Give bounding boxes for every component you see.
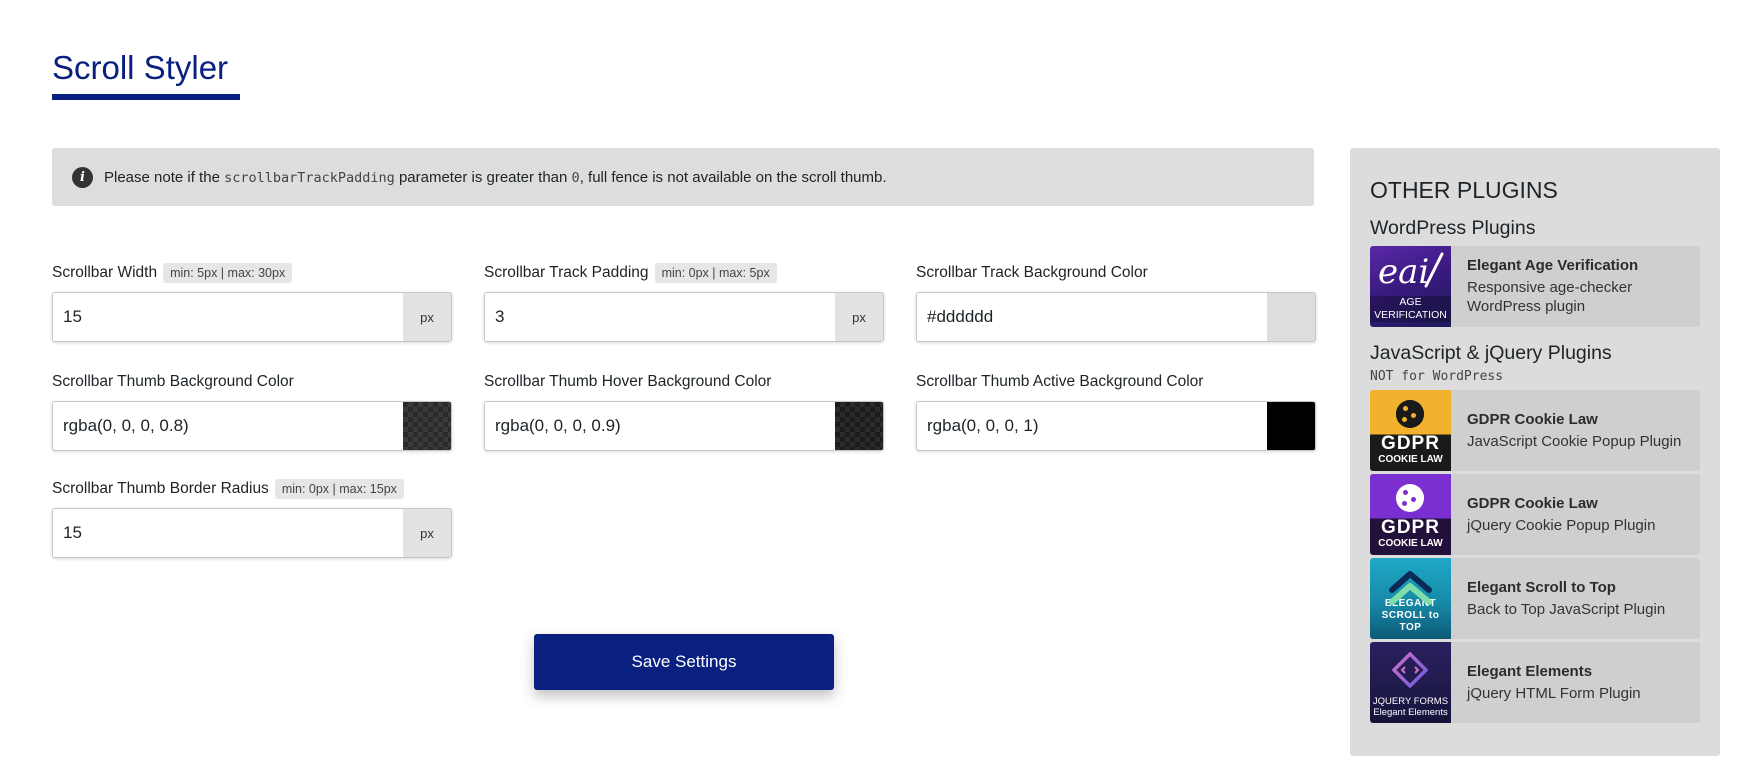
scroll-to-top-logo: ELEGANT SCROLL to TOP — [1370, 558, 1451, 639]
unit-addon: px — [835, 293, 883, 341]
field-label: Scrollbar Thumb Active Background Color — [916, 373, 1204, 390]
plugin-card-elegant-elements[interactable]: JQUERY FORMS Elegant Elements Elegant El… — [1370, 642, 1700, 723]
page-header: Scroll Styler — [52, 48, 240, 100]
field-label: Scrollbar Track Padding — [484, 264, 649, 281]
unit-addon: px — [403, 509, 451, 557]
diamond-code-icon — [1392, 652, 1428, 688]
thumb-bg-input-group — [52, 401, 452, 451]
track-padding-input[interactable] — [485, 293, 835, 341]
plugin-card-gdpr-jquery[interactable]: GDPR COOKIE LAW GDPR Cookie Law jQuery C… — [1370, 474, 1700, 555]
field-thumb-hover-bg: Scrollbar Thumb Hover Background Color — [484, 371, 884, 451]
thumb-hover-bg-input[interactable] — [485, 402, 835, 450]
js-plugins-subtitle: NOT for WordPress — [1370, 369, 1504, 384]
range-badge: min: 5px | max: 30px — [163, 263, 293, 283]
gdpr-cookie-logo: GDPR COOKIE LAW — [1370, 474, 1451, 555]
thumb-hover-bg-input-group — [484, 401, 884, 451]
elegant-elements-logo: JQUERY FORMS Elegant Elements — [1370, 642, 1451, 723]
field-track-bg: Scrollbar Track Background Color — [916, 262, 1316, 342]
plugin-card-age-verification[interactable]: eai AGE VERIFICATION Elegant Age Verific… — [1370, 246, 1700, 327]
save-settings-button[interactable]: Save Settings — [534, 634, 834, 690]
plugin-name: GDPR Cookie Law — [1467, 494, 1598, 512]
plugin-card-scroll-to-top[interactable]: ELEGANT SCROLL to TOP Elegant Scroll to … — [1370, 558, 1700, 639]
track-padding-input-group: px — [484, 292, 884, 342]
track-bg-input[interactable] — [917, 293, 1267, 341]
gdpr-cookie-logo: GDPR COOKIE LAW — [1370, 390, 1451, 471]
unit-addon: px — [403, 293, 451, 341]
plugin-name: GDPR Cookie Law — [1467, 410, 1598, 428]
field-scrollbar-width: Scrollbar Width min: 5px | max: 30px px — [52, 262, 452, 342]
thumb-radius-input-group: px — [52, 508, 452, 558]
chevron-up-icon — [1389, 571, 1432, 605]
thumb-active-bg-color-swatch[interactable] — [1267, 402, 1315, 450]
cookie-icon — [1396, 484, 1424, 512]
thumb-hover-bg-color-swatch[interactable] — [835, 402, 883, 450]
thumb-radius-input[interactable] — [53, 509, 403, 557]
plugin-desc: Back to Top JavaScript Plugin — [1467, 600, 1666, 618]
sidebar-title: OTHER PLUGINS — [1370, 177, 1558, 203]
plugin-desc: jQuery Cookie Popup Plugin — [1467, 516, 1656, 534]
thumb-active-bg-input[interactable] — [917, 402, 1267, 450]
plugin-name: Elegant Elements — [1467, 662, 1593, 680]
notice-text: Please note if the scrollbarTrackPadding… — [104, 168, 887, 186]
cookie-icon — [1396, 400, 1424, 428]
js-plugins-title: JavaScript & jQuery Plugins — [1370, 342, 1612, 364]
range-badge: min: 0px | max: 5px — [654, 263, 777, 283]
age-verification-logo: eai AGE VERIFICATION — [1370, 246, 1451, 327]
plugin-desc: Responsive age-checker WordPress plugin — [1467, 279, 1633, 315]
title-underline — [52, 94, 240, 100]
range-badge: min: 0px | max: 15px — [274, 479, 404, 499]
thumb-bg-input[interactable] — [53, 402, 403, 450]
track-bg-color-swatch[interactable] — [1267, 293, 1315, 341]
scrollbar-width-input[interactable] — [53, 293, 403, 341]
field-thumb-bg: Scrollbar Thumb Background Color — [52, 371, 452, 451]
field-label: Scrollbar Thumb Hover Background Color — [484, 373, 772, 390]
page-title: Scroll Styler — [52, 49, 229, 86]
thumb-bg-color-swatch[interactable] — [403, 402, 451, 450]
field-track-padding: Scrollbar Track Padding min: 0px | max: … — [484, 262, 884, 342]
info-icon: i — [72, 166, 93, 188]
plugin-card-gdpr-js[interactable]: GDPR COOKIE LAW GDPR Cookie Law JavaScri… — [1370, 390, 1700, 471]
scrollbar-width-input-group: px — [52, 292, 452, 342]
field-label: Scrollbar Track Background Color — [916, 264, 1148, 281]
notice-code-value: 0 — [571, 169, 580, 186]
plugin-name: Elegant Scroll to Top — [1467, 578, 1616, 596]
wordpress-plugins-title: WordPress Plugins — [1370, 217, 1536, 239]
track-bg-input-group — [916, 292, 1316, 342]
thumb-active-bg-input-group — [916, 401, 1316, 451]
other-plugins-sidebar: OTHER PLUGINS WordPress Plugins eai AGE … — [1350, 148, 1720, 756]
notice-code-param: scrollbarTrackPadding — [224, 169, 395, 186]
field-thumb-radius: Scrollbar Thumb Border Radius min: 0px |… — [52, 478, 452, 558]
info-notice: i Please note if the scrollbarTrackPaddi… — [52, 148, 1314, 206]
plugin-desc: JavaScript Cookie Popup Plugin — [1467, 432, 1682, 450]
field-label: Scrollbar Thumb Border Radius — [52, 480, 269, 497]
plugin-desc: jQuery HTML Form Plugin — [1467, 684, 1641, 702]
field-label: Scrollbar Thumb Background Color — [52, 373, 294, 390]
field-thumb-active-bg: Scrollbar Thumb Active Background Color — [916, 371, 1316, 451]
slash-mark-icon — [1424, 252, 1444, 288]
plugin-name: Elegant Age Verification — [1467, 257, 1639, 274]
field-label: Scrollbar Width — [52, 264, 158, 281]
